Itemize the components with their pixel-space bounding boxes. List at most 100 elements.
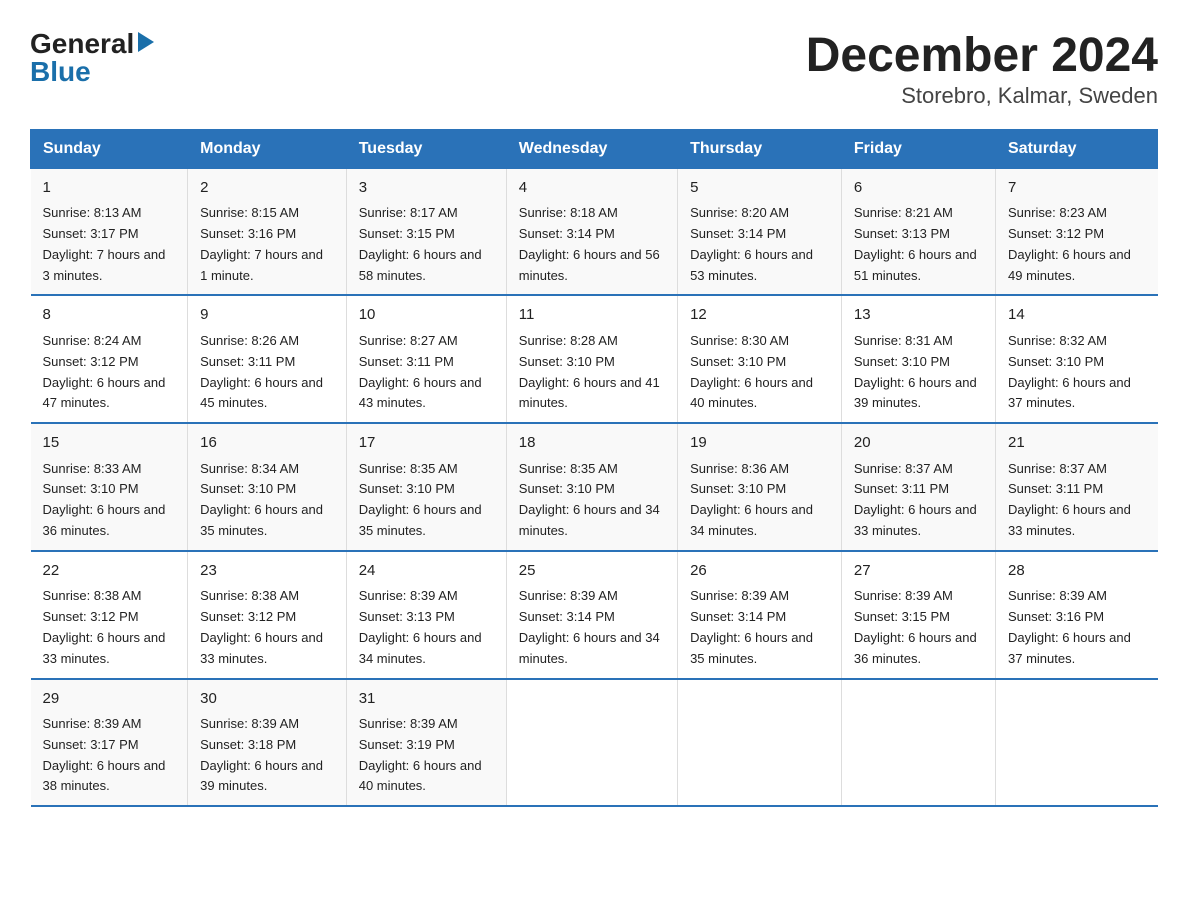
calendar-cell: 9 Sunrise: 8:26 AMSunset: 3:11 PMDayligh…: [188, 295, 347, 423]
day-info: Sunrise: 8:39 AMSunset: 3:16 PMDaylight:…: [1008, 588, 1131, 665]
day-info: Sunrise: 8:33 AMSunset: 3:10 PMDaylight:…: [43, 461, 166, 538]
calendar-cell: 19 Sunrise: 8:36 AMSunset: 3:10 PMDaylig…: [678, 423, 842, 551]
logo-general-text: General: [30, 30, 134, 58]
calendar-cell: 12 Sunrise: 8:30 AMSunset: 3:10 PMDaylig…: [678, 295, 842, 423]
calendar-cell: 21 Sunrise: 8:37 AMSunset: 3:11 PMDaylig…: [996, 423, 1158, 551]
day-number: 9: [200, 304, 334, 327]
calendar-cell: 11 Sunrise: 8:28 AMSunset: 3:10 PMDaylig…: [506, 295, 677, 423]
calendar-table: SundayMondayTuesdayWednesdayThursdayFrid…: [30, 129, 1158, 807]
calendar-cell: 20 Sunrise: 8:37 AMSunset: 3:11 PMDaylig…: [841, 423, 995, 551]
day-info: Sunrise: 8:39 AMSunset: 3:18 PMDaylight:…: [200, 716, 323, 793]
calendar-week-row: 15 Sunrise: 8:33 AMSunset: 3:10 PMDaylig…: [31, 423, 1158, 551]
page-header: General Blue December 2024 Storebro, Kal…: [30, 30, 1158, 109]
logo: General Blue: [30, 30, 154, 86]
logo-arrow-icon: [138, 32, 154, 52]
calendar-week-row: 29 Sunrise: 8:39 AMSunset: 3:17 PMDaylig…: [31, 679, 1158, 807]
day-number: 16: [200, 432, 334, 455]
day-info: Sunrise: 8:36 AMSunset: 3:10 PMDaylight:…: [690, 461, 813, 538]
calendar-cell: 31 Sunrise: 8:39 AMSunset: 3:19 PMDaylig…: [346, 679, 506, 807]
calendar-cell: [996, 679, 1158, 807]
day-number: 12: [690, 304, 829, 327]
day-info: Sunrise: 8:13 AMSunset: 3:17 PMDaylight:…: [43, 205, 166, 282]
day-number: 25: [519, 560, 665, 583]
calendar-cell: 24 Sunrise: 8:39 AMSunset: 3:13 PMDaylig…: [346, 551, 506, 679]
day-number: 29: [43, 688, 176, 711]
day-number: 23: [200, 560, 334, 583]
calendar-week-row: 22 Sunrise: 8:38 AMSunset: 3:12 PMDaylig…: [31, 551, 1158, 679]
calendar-cell: 1 Sunrise: 8:13 AMSunset: 3:17 PMDayligh…: [31, 168, 188, 295]
day-info: Sunrise: 8:20 AMSunset: 3:14 PMDaylight:…: [690, 205, 813, 282]
calendar-cell: 4 Sunrise: 8:18 AMSunset: 3:14 PMDayligh…: [506, 168, 677, 295]
calendar-cell: 16 Sunrise: 8:34 AMSunset: 3:10 PMDaylig…: [188, 423, 347, 551]
day-number: 18: [519, 432, 665, 455]
calendar-cell: 29 Sunrise: 8:39 AMSunset: 3:17 PMDaylig…: [31, 679, 188, 807]
logo-blue-text: Blue: [30, 58, 91, 86]
calendar-cell: 10 Sunrise: 8:27 AMSunset: 3:11 PMDaylig…: [346, 295, 506, 423]
day-number: 13: [854, 304, 983, 327]
calendar-cell: 28 Sunrise: 8:39 AMSunset: 3:16 PMDaylig…: [996, 551, 1158, 679]
day-info: Sunrise: 8:31 AMSunset: 3:10 PMDaylight:…: [854, 333, 977, 410]
day-number: 1: [43, 177, 176, 200]
day-number: 10: [359, 304, 494, 327]
day-number: 26: [690, 560, 829, 583]
day-number: 11: [519, 304, 665, 327]
day-number: 8: [43, 304, 176, 327]
day-number: 28: [1008, 560, 1145, 583]
day-info: Sunrise: 8:23 AMSunset: 3:12 PMDaylight:…: [1008, 205, 1131, 282]
day-number: 2: [200, 177, 334, 200]
header-monday: Monday: [188, 129, 347, 168]
title-block: December 2024 Storebro, Kalmar, Sweden: [806, 30, 1158, 109]
day-info: Sunrise: 8:39 AMSunset: 3:15 PMDaylight:…: [854, 588, 977, 665]
header-sunday: Sunday: [31, 129, 188, 168]
calendar-cell: 5 Sunrise: 8:20 AMSunset: 3:14 PMDayligh…: [678, 168, 842, 295]
day-info: Sunrise: 8:28 AMSunset: 3:10 PMDaylight:…: [519, 333, 660, 410]
day-number: 30: [200, 688, 334, 711]
calendar-cell: 27 Sunrise: 8:39 AMSunset: 3:15 PMDaylig…: [841, 551, 995, 679]
header-thursday: Thursday: [678, 129, 842, 168]
calendar-header-row: SundayMondayTuesdayWednesdayThursdayFrid…: [31, 129, 1158, 168]
header-friday: Friday: [841, 129, 995, 168]
day-info: Sunrise: 8:24 AMSunset: 3:12 PMDaylight:…: [43, 333, 166, 410]
day-number: 3: [359, 177, 494, 200]
day-info: Sunrise: 8:39 AMSunset: 3:13 PMDaylight:…: [359, 588, 482, 665]
calendar-cell: 23 Sunrise: 8:38 AMSunset: 3:12 PMDaylig…: [188, 551, 347, 679]
day-info: Sunrise: 8:39 AMSunset: 3:17 PMDaylight:…: [43, 716, 166, 793]
header-saturday: Saturday: [996, 129, 1158, 168]
calendar-cell: 26 Sunrise: 8:39 AMSunset: 3:14 PMDaylig…: [678, 551, 842, 679]
day-number: 22: [43, 560, 176, 583]
calendar-cell: 18 Sunrise: 8:35 AMSunset: 3:10 PMDaylig…: [506, 423, 677, 551]
calendar-cell: 13 Sunrise: 8:31 AMSunset: 3:10 PMDaylig…: [841, 295, 995, 423]
calendar-cell: [678, 679, 842, 807]
day-number: 5: [690, 177, 829, 200]
day-info: Sunrise: 8:30 AMSunset: 3:10 PMDaylight:…: [690, 333, 813, 410]
day-info: Sunrise: 8:17 AMSunset: 3:15 PMDaylight:…: [359, 205, 482, 282]
header-tuesday: Tuesday: [346, 129, 506, 168]
day-number: 4: [519, 177, 665, 200]
day-info: Sunrise: 8:27 AMSunset: 3:11 PMDaylight:…: [359, 333, 482, 410]
day-info: Sunrise: 8:21 AMSunset: 3:13 PMDaylight:…: [854, 205, 977, 282]
day-number: 27: [854, 560, 983, 583]
day-number: 20: [854, 432, 983, 455]
day-info: Sunrise: 8:37 AMSunset: 3:11 PMDaylight:…: [1008, 461, 1131, 538]
day-info: Sunrise: 8:35 AMSunset: 3:10 PMDaylight:…: [359, 461, 482, 538]
calendar-cell: [506, 679, 677, 807]
day-number: 6: [854, 177, 983, 200]
day-info: Sunrise: 8:39 AMSunset: 3:19 PMDaylight:…: [359, 716, 482, 793]
day-number: 19: [690, 432, 829, 455]
calendar-week-row: 1 Sunrise: 8:13 AMSunset: 3:17 PMDayligh…: [31, 168, 1158, 295]
calendar-cell: 8 Sunrise: 8:24 AMSunset: 3:12 PMDayligh…: [31, 295, 188, 423]
day-number: 17: [359, 432, 494, 455]
day-number: 7: [1008, 177, 1145, 200]
day-info: Sunrise: 8:38 AMSunset: 3:12 PMDaylight:…: [43, 588, 166, 665]
day-number: 14: [1008, 304, 1145, 327]
page-title: December 2024: [806, 30, 1158, 83]
day-number: 15: [43, 432, 176, 455]
day-number: 21: [1008, 432, 1145, 455]
calendar-week-row: 8 Sunrise: 8:24 AMSunset: 3:12 PMDayligh…: [31, 295, 1158, 423]
day-number: 31: [359, 688, 494, 711]
day-info: Sunrise: 8:37 AMSunset: 3:11 PMDaylight:…: [854, 461, 977, 538]
calendar-cell: 22 Sunrise: 8:38 AMSunset: 3:12 PMDaylig…: [31, 551, 188, 679]
day-info: Sunrise: 8:34 AMSunset: 3:10 PMDaylight:…: [200, 461, 323, 538]
day-number: 24: [359, 560, 494, 583]
calendar-cell: [841, 679, 995, 807]
